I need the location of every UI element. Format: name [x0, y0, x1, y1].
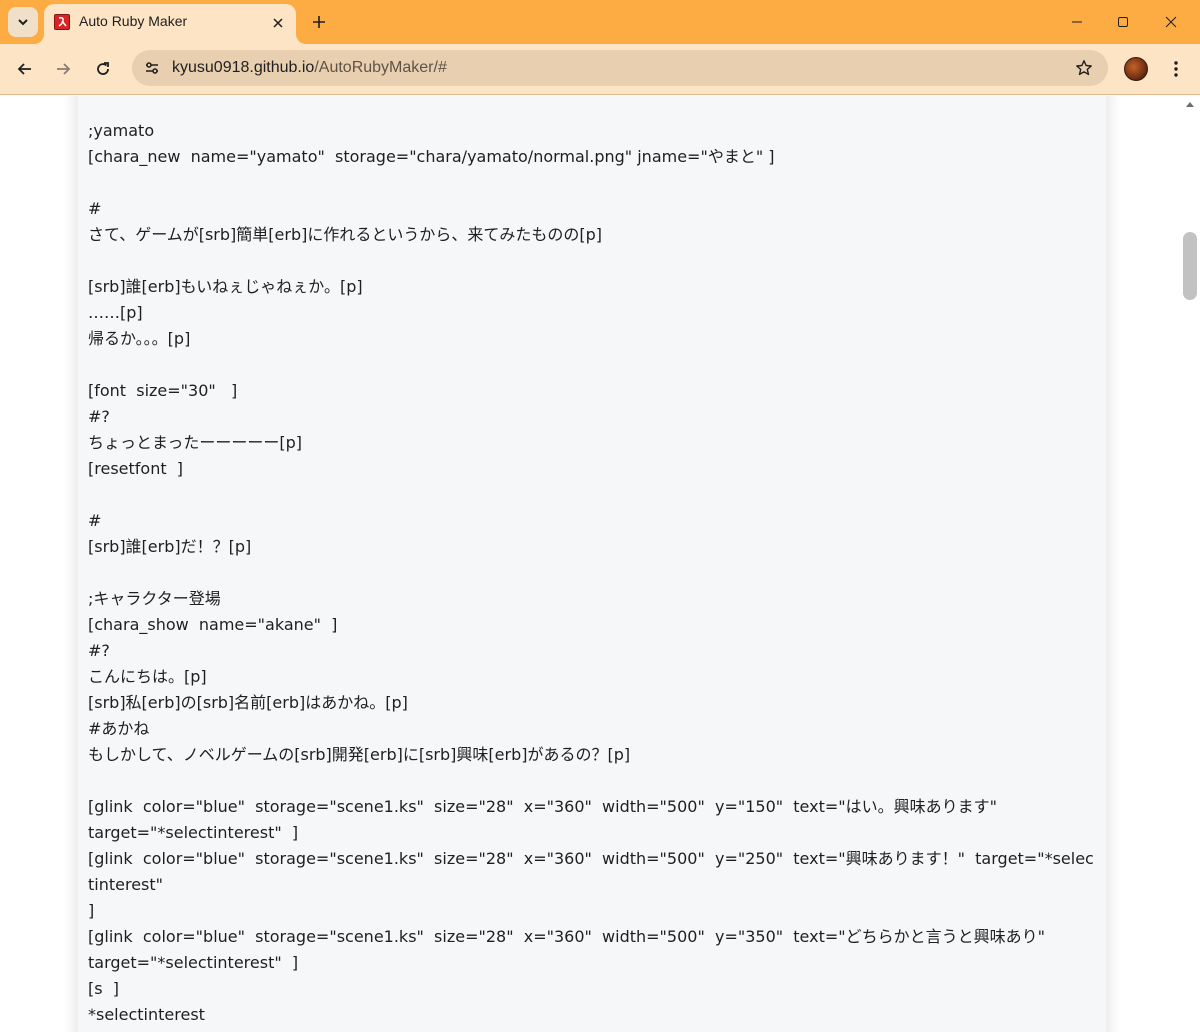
tab-search-button[interactable] — [8, 7, 38, 37]
tune-icon — [146, 62, 158, 74]
scrollbar-thumb[interactable] — [1183, 232, 1197, 300]
profile-avatar[interactable] — [1124, 57, 1148, 81]
page-scrollbar[interactable] — [1180, 96, 1200, 1032]
close-tab-button[interactable] — [268, 13, 288, 33]
arrow-left-icon — [17, 63, 31, 75]
code-line: [glink color="blue" storage="scene1.ks" … — [88, 927, 1045, 972]
output-code-panel: ;yamato [chara_new name="yamato" storage=… — [78, 96, 1106, 1032]
arrow-right-icon — [57, 63, 71, 75]
url-text: kyusu0918.github.io/AutoRubyMaker/# — [172, 59, 447, 77]
code-line: #? — [88, 641, 110, 660]
code-line: [chara_show name="akane" ] — [88, 615, 338, 634]
bookmark-button[interactable] — [1070, 54, 1098, 82]
maximize-icon — [1118, 17, 1128, 27]
chevron-down-icon — [18, 19, 28, 26]
kebab-menu-icon — [1174, 61, 1178, 77]
minimize-icon — [1072, 21, 1082, 23]
code-line: [srb]誰[erb]もいねぇじゃねぇか。[p] — [88, 277, 363, 296]
tab-strip: Auto Ruby Maker — [0, 0, 1200, 44]
code-line: ……[p] — [88, 303, 143, 322]
triangle-up-icon — [1186, 102, 1194, 107]
url-path: /AutoRubyMaker/# — [314, 59, 447, 76]
code-line: さて、ゲームが[srb]簡単[erb]に作れるというから、来てみたものの[p] — [88, 225, 602, 244]
reload-button[interactable] — [88, 54, 118, 84]
tab-title: Auto Ruby Maker — [79, 13, 188, 29]
code-line: ;キャラクター登場 — [88, 589, 221, 608]
code-line: [glink color="blue" storage="scene1.ks" … — [88, 797, 997, 842]
code-line: ちょっとまったーーーーー[p] — [88, 433, 303, 452]
code-line: もしかして、ノベルゲームの[srb]開発[erb]に[srb]興味[erb]があ… — [88, 745, 631, 764]
code-line: [glink color="blue" storage="scene1.ks" … — [88, 849, 1094, 920]
code-line: [font size="30" ] — [88, 381, 238, 400]
active-tab[interactable]: Auto Ruby Maker — [44, 4, 296, 44]
star-icon — [1076, 60, 1092, 76]
new-tab-button[interactable] — [306, 9, 332, 35]
code-line: こんにちは。[p] — [88, 667, 207, 686]
back-button[interactable] — [10, 54, 40, 84]
minimize-button[interactable] — [1054, 0, 1100, 44]
code-line: #あかね — [88, 719, 150, 738]
code-line: # — [88, 511, 102, 530]
url-domain: kyusu0918.github.io — [172, 59, 315, 76]
code-line: # — [88, 199, 102, 218]
code-line: [resetfont ] — [88, 459, 184, 478]
page-viewport: ;yamato [chara_new name="yamato" storage=… — [0, 96, 1200, 1032]
close-icon — [273, 18, 283, 28]
output-code-text[interactable]: ;yamato [chara_new name="yamato" storage=… — [88, 118, 1100, 1028]
code-line: #? — [88, 407, 110, 426]
code-line: ;yamato — [88, 121, 155, 140]
close-window-icon — [1165, 16, 1177, 28]
container-shadow-right — [1106, 96, 1120, 1032]
code-line: 帰るか。。。[p] — [88, 329, 191, 348]
reload-icon — [97, 62, 109, 75]
forward-button[interactable] — [48, 54, 78, 84]
code-line: [srb]私[erb]の[srb]名前[erb]はあかね。[p] — [88, 693, 408, 712]
container-shadow-left — [64, 96, 78, 1032]
code-line: *selectinterest — [88, 1005, 205, 1024]
address-bar[interactable]: kyusu0918.github.io/AutoRubyMaker/# — [132, 50, 1108, 86]
code-line: [s ] — [88, 979, 119, 998]
ruby-maker-favicon — [54, 14, 70, 30]
browser-menu-button[interactable] — [1162, 54, 1190, 84]
site-info-button[interactable] — [138, 54, 166, 82]
plus-icon — [313, 16, 325, 28]
browser-toolbar: kyusu0918.github.io/AutoRubyMaker/# — [0, 44, 1200, 95]
code-line: [chara_new name="yamato" storage="chara/… — [88, 147, 775, 166]
maximize-button[interactable] — [1100, 0, 1146, 44]
scroll-up-button[interactable] — [1184, 98, 1196, 110]
code-line: [srb]誰[erb]だ！？[p] — [88, 537, 252, 556]
close-window-button[interactable] — [1148, 0, 1194, 44]
